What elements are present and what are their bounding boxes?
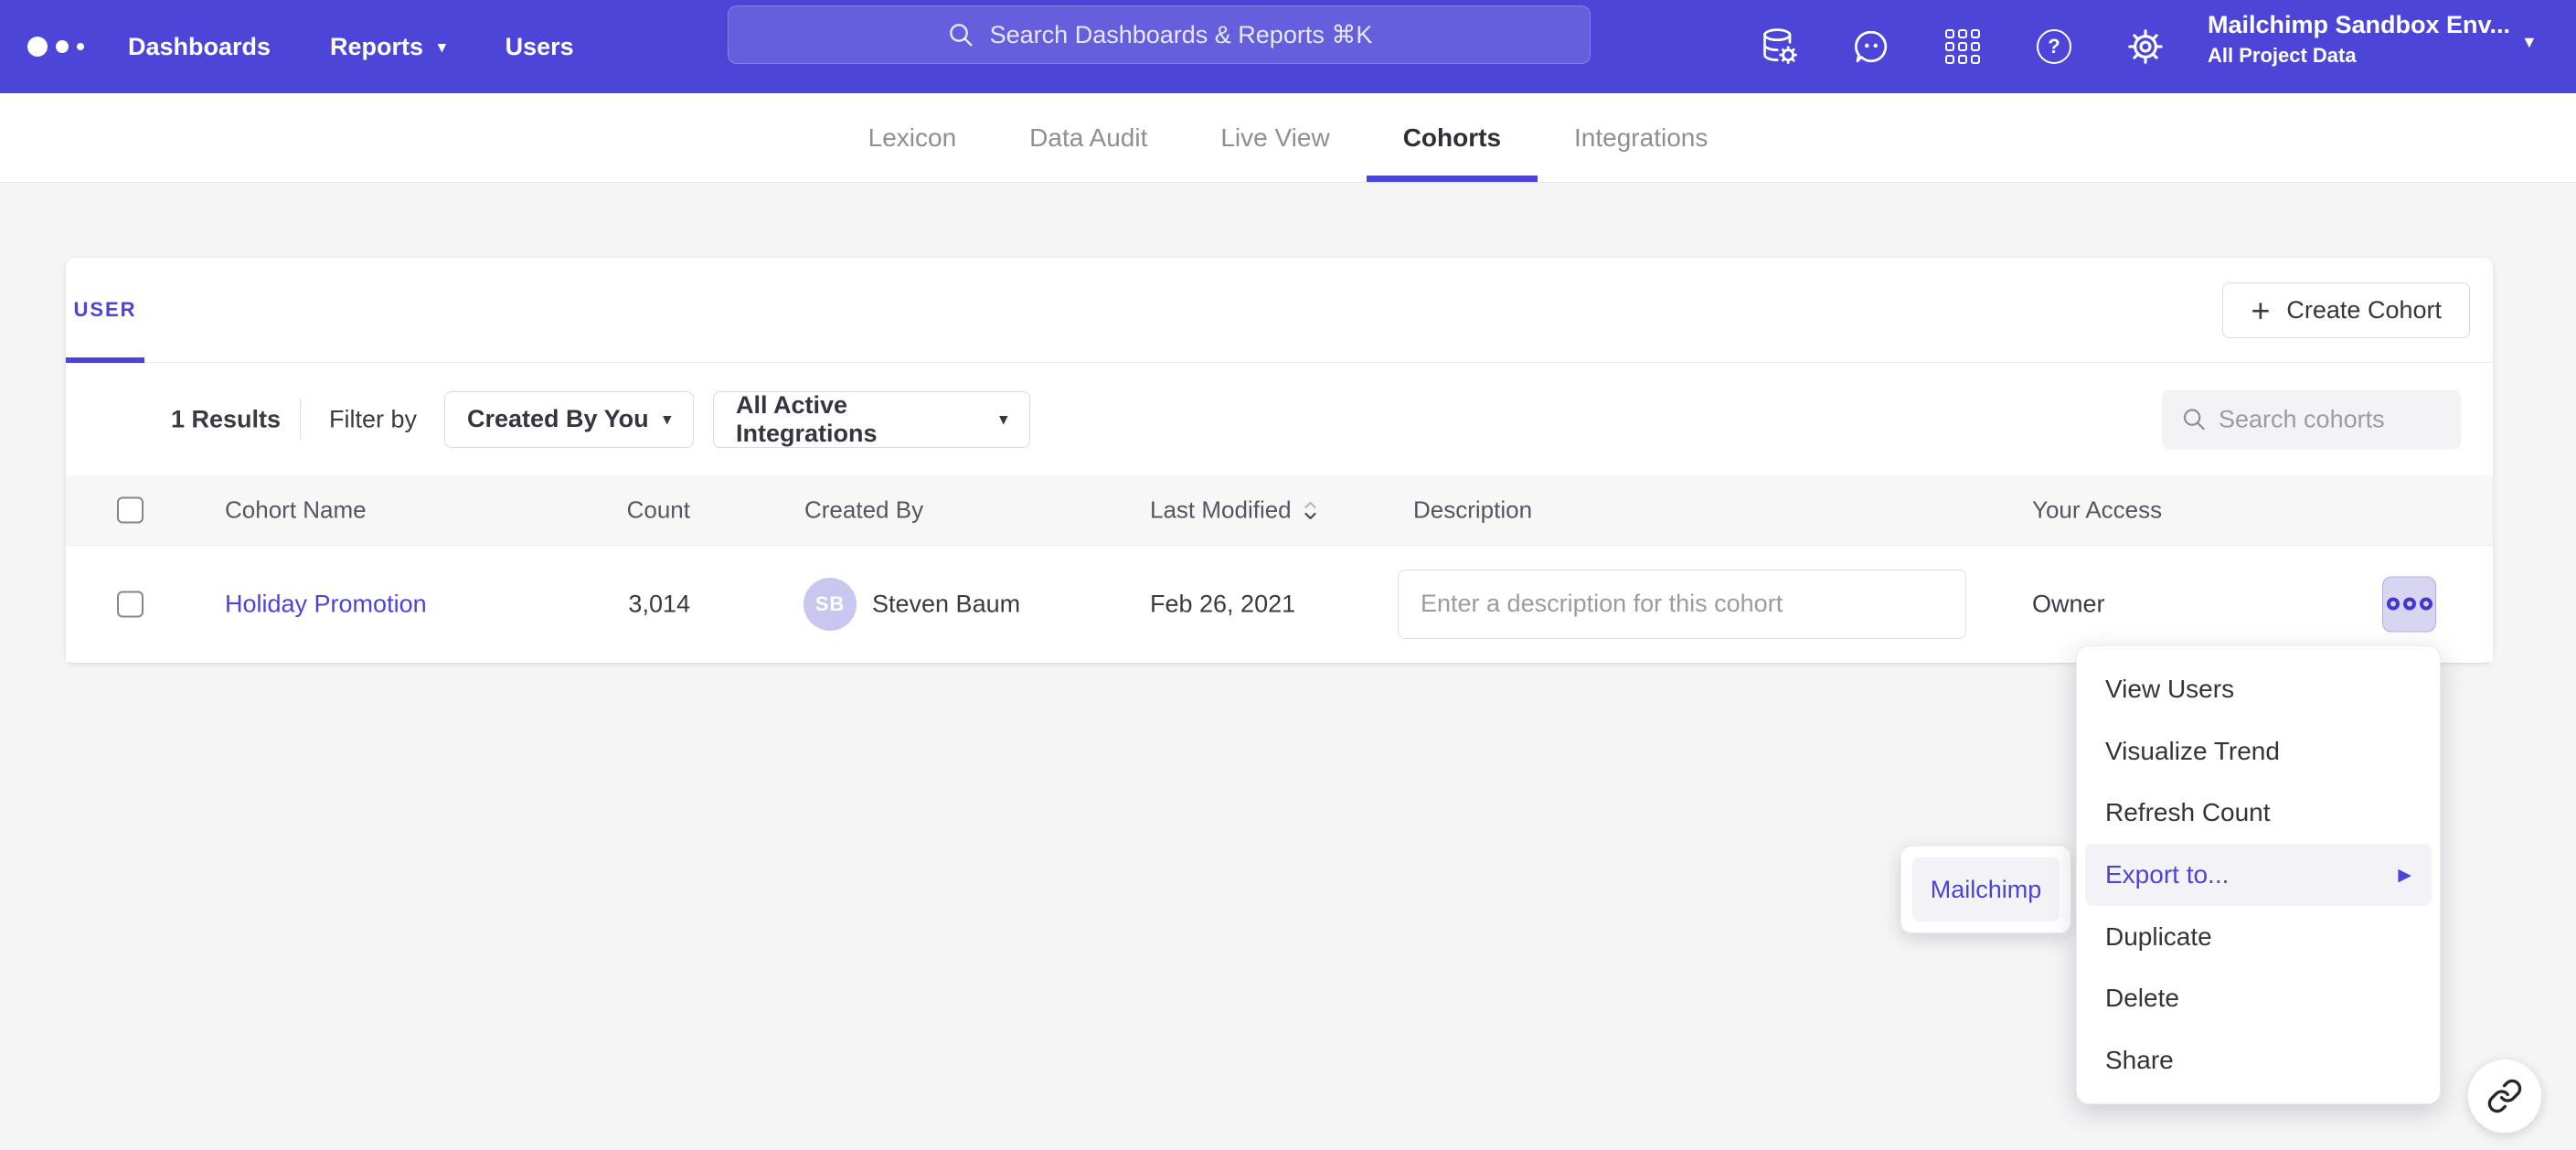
mixpanel-logo[interactable] xyxy=(27,37,84,57)
help-icon: ? xyxy=(2037,29,2071,64)
cohorts-panel: USER + Create Cohort 1 Results Filter by… xyxy=(66,258,2493,663)
filter-by-label: Filter by xyxy=(329,405,417,433)
menu-item-refresh-count[interactable]: Refresh Count xyxy=(2085,782,2432,844)
column-created-by[interactable]: Created By xyxy=(804,496,923,525)
link-icon xyxy=(2486,1078,2523,1114)
menu-item-export-to[interactable]: Export to... ▶ xyxy=(2085,844,2432,906)
description-field xyxy=(1398,570,1966,639)
more-dot xyxy=(2403,598,2416,611)
last-modified-date: Feb 26, 2021 xyxy=(1150,590,1295,618)
results-count: 1 Results xyxy=(171,405,281,433)
table-header-row: Cohort Name Count Created By Last Modifi… xyxy=(66,475,2493,546)
apps-button[interactable] xyxy=(1943,27,1983,67)
search-icon xyxy=(946,20,975,49)
more-dot xyxy=(2420,598,2432,611)
menu-item-share[interactable]: Share xyxy=(2085,1029,2432,1091)
panel-header: USER + Create Cohort xyxy=(66,258,2493,363)
menu-item-export-to-label: Export to... xyxy=(2105,860,2229,889)
submenu-arrow-icon: ▶ xyxy=(2398,865,2411,886)
cohort-name-link[interactable]: Holiday Promotion xyxy=(225,590,427,618)
cohort-count: 3,014 xyxy=(523,590,690,618)
submenu-item-mailchimp[interactable]: Mailchimp xyxy=(1912,857,2060,921)
logo-dot xyxy=(56,40,69,53)
menu-item-delete[interactable]: Delete xyxy=(2085,968,2432,1030)
top-navigation-bar: Dashboards Reports ▾ Users Search Dashbo… xyxy=(0,0,2576,93)
tab-live-view[interactable]: Live View xyxy=(1184,93,1366,182)
more-dot xyxy=(2387,598,2400,611)
integrations-filter-value: All Active Integrations xyxy=(736,391,986,448)
project-scope: All Project Data xyxy=(2208,44,2510,68)
column-description[interactable]: Description xyxy=(1413,496,1532,525)
column-cohort-name[interactable]: Cohort Name xyxy=(225,496,367,525)
help-button[interactable]: ? xyxy=(2034,27,2074,67)
chevron-down-icon: ▾ xyxy=(438,39,446,55)
column-last-modified[interactable]: Last Modified xyxy=(1150,496,1318,525)
nav-reports-label: Reports xyxy=(330,33,423,61)
primary-nav: Dashboards Reports ▾ Users xyxy=(128,0,574,93)
cohort-search xyxy=(2162,389,2461,449)
create-cohort-button[interactable]: + Create Cohort xyxy=(2222,282,2470,338)
sort-icon[interactable] xyxy=(1303,499,1318,521)
divider xyxy=(300,399,301,441)
tab-cohorts[interactable]: Cohorts xyxy=(1367,93,1538,182)
apps-grid-icon xyxy=(1945,29,1980,64)
created-by-filter-dropdown[interactable]: Created By You ▾ xyxy=(444,391,694,448)
description-input[interactable] xyxy=(1398,570,1966,639)
row-more-actions-button[interactable] xyxy=(2382,576,2436,632)
created-by-filter-value: Created By You xyxy=(467,405,649,433)
logo-dot xyxy=(27,37,48,57)
section-tabs: Lexicon Data Audit Live View Cohorts Int… xyxy=(0,93,2576,183)
chevron-down-icon: ▾ xyxy=(999,410,1007,429)
tab-data-audit[interactable]: Data Audit xyxy=(993,93,1184,182)
menu-item-duplicate[interactable]: Duplicate xyxy=(2085,906,2432,968)
search-icon xyxy=(2180,406,2208,433)
user-type-tab[interactable]: USER xyxy=(66,258,144,362)
global-search-input[interactable]: Search Dashboards & Reports ⌘K xyxy=(728,5,1591,64)
access-value: Owner xyxy=(2032,590,2105,618)
nav-reports[interactable]: Reports ▾ xyxy=(330,33,446,61)
menu-item-view-users[interactable]: View Users xyxy=(2085,658,2432,720)
integrations-filter-dropdown[interactable]: All Active Integrations ▾ xyxy=(713,391,1030,448)
nav-dashboards[interactable]: Dashboards xyxy=(128,33,271,61)
tab-lexicon[interactable]: Lexicon xyxy=(832,93,994,182)
filter-bar: 1 Results Filter by Created By You ▾ All… xyxy=(66,363,2493,475)
select-all-checkbox[interactable] xyxy=(117,497,144,524)
menu-item-visualize-trend[interactable]: Visualize Trend xyxy=(2085,720,2432,783)
global-search-placeholder: Search Dashboards & Reports ⌘K xyxy=(990,21,1373,49)
topbar-icon-group: ? xyxy=(1760,0,2166,93)
avatar: SB xyxy=(804,578,857,631)
feedback-button[interactable] xyxy=(1851,27,1891,67)
create-cohort-label: Create Cohort xyxy=(2286,296,2442,325)
row-checkbox[interactable] xyxy=(117,591,144,617)
data-management-button[interactable] xyxy=(1760,27,1800,67)
copy-link-button[interactable] xyxy=(2467,1059,2542,1134)
tab-integrations[interactable]: Integrations xyxy=(1538,93,1744,182)
question-mark-glyph: ? xyxy=(2048,35,2060,59)
database-gear-icon xyxy=(1760,27,1800,67)
feedback-smiley-icon xyxy=(1852,27,1890,66)
column-your-access[interactable]: Your Access xyxy=(2032,496,2162,525)
export-submenu: Mailchimp xyxy=(1900,846,2071,933)
cohorts-page: Dashboards Reports ▾ Users Search Dashbo… xyxy=(0,0,2576,1150)
logo-dot xyxy=(77,43,84,50)
row-actions-menu: View Users Visualize Trend Refresh Count… xyxy=(2076,645,2441,1104)
table-row: Holiday Promotion 3,014 SB Steven Baum F… xyxy=(66,546,2493,662)
project-name: Mailchimp Sandbox Env... xyxy=(2208,11,2510,39)
column-last-modified-label: Last Modified xyxy=(1150,496,1292,525)
column-count[interactable]: Count xyxy=(523,496,690,525)
project-switcher[interactable]: Mailchimp Sandbox Env... All Project Dat… xyxy=(2208,11,2510,68)
settings-button[interactable] xyxy=(2125,27,2166,67)
nav-users[interactable]: Users xyxy=(506,33,574,61)
gear-icon xyxy=(2125,27,2166,67)
created-by-name: Steven Baum xyxy=(872,590,1020,618)
chevron-down-icon: ▾ xyxy=(663,410,671,429)
project-chevron-down-icon[interactable]: ▼ xyxy=(2521,33,2538,52)
